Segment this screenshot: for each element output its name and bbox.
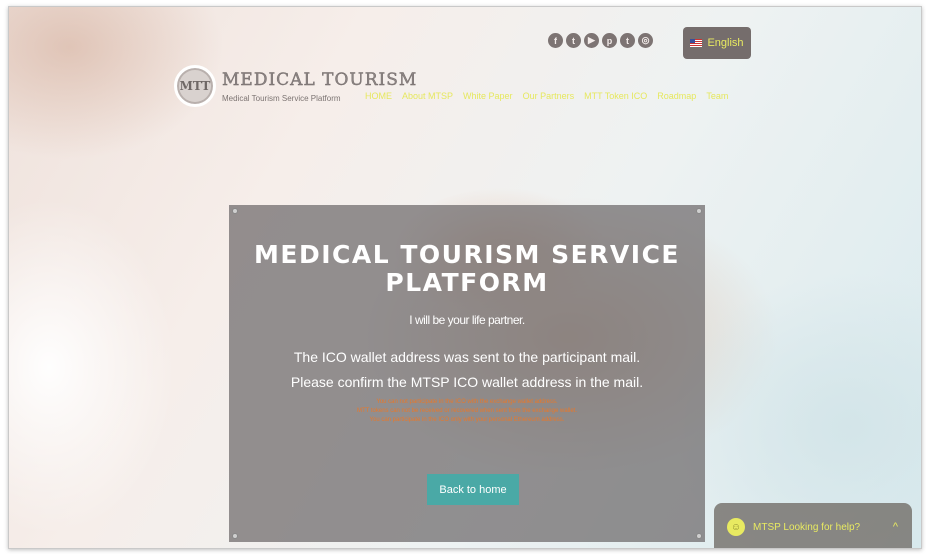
language-selector[interactable]: English [683, 27, 751, 59]
logo-badge: MTT [174, 65, 216, 107]
notice-line-3: You can participate in the ICO only with… [369, 417, 565, 423]
nav-item-roadmap[interactable]: Roadmap [657, 91, 696, 101]
message-line-2: Please confirm the MTSP ICO wallet addre… [290, 374, 644, 390]
page-frame: MTT MEDICAL TOURISM Medical Tourism Serv… [8, 6, 922, 549]
hero-title-line1: MEDICAL TOURISM SERVICE [254, 240, 680, 269]
corner-screw-icon [232, 533, 238, 539]
corner-screw-icon [696, 208, 702, 214]
nav-item-home[interactable]: HOME [365, 91, 392, 101]
facebook-icon[interactable]: f [548, 33, 563, 48]
logo-title: MEDICAL TOURISM [222, 69, 418, 90]
nav-item-about[interactable]: About MTSP [402, 91, 453, 101]
main-nav: HOME About MTSP White Paper Our Partners… [365, 91, 728, 101]
instagram-icon[interactable]: ◎ [638, 33, 653, 48]
notice-line-1: You can not participate in the ICO with … [376, 399, 558, 405]
smiley-icon: ☺ [727, 518, 745, 536]
chevron-up-icon[interactable]: ^ [893, 521, 898, 533]
us-flag-icon [690, 39, 703, 47]
social-links: f t ▶ p t ◎ [548, 33, 653, 48]
notice-line-2: MTT tokens can not be received or recove… [356, 408, 577, 414]
language-label: English [707, 37, 744, 49]
nav-item-token-ico[interactable]: MTT Token ICO [584, 91, 647, 101]
help-chat-label: MTSP Looking for help? [753, 521, 861, 533]
hero-tagline: I will be your life partner. [409, 313, 525, 327]
back-to-home-button[interactable]: Back to home [427, 474, 519, 505]
youtube-icon[interactable]: ▶ [584, 33, 599, 48]
help-chat-widget[interactable]: ☺ MTSP Looking for help? ^ [714, 503, 912, 548]
hero-title-line2: PLATFORM [385, 268, 549, 297]
nav-item-partners[interactable]: Our Partners [523, 91, 575, 101]
pinterest-icon[interactable]: p [602, 33, 617, 48]
twitter-icon[interactable]: t [566, 33, 581, 48]
tumblr-icon[interactable]: t [620, 33, 635, 48]
nav-item-team[interactable]: Team [706, 91, 728, 101]
hero-title: MEDICAL TOURISM SERVICE PLATFORM [229, 241, 705, 297]
corner-screw-icon [696, 533, 702, 539]
message-line-1: The ICO wallet address was sent to the p… [293, 349, 641, 365]
hero-panel: MEDICAL TOURISM SERVICE PLATFORM I will … [229, 205, 705, 542]
corner-screw-icon [232, 208, 238, 214]
nav-item-white-paper[interactable]: White Paper [463, 91, 513, 101]
